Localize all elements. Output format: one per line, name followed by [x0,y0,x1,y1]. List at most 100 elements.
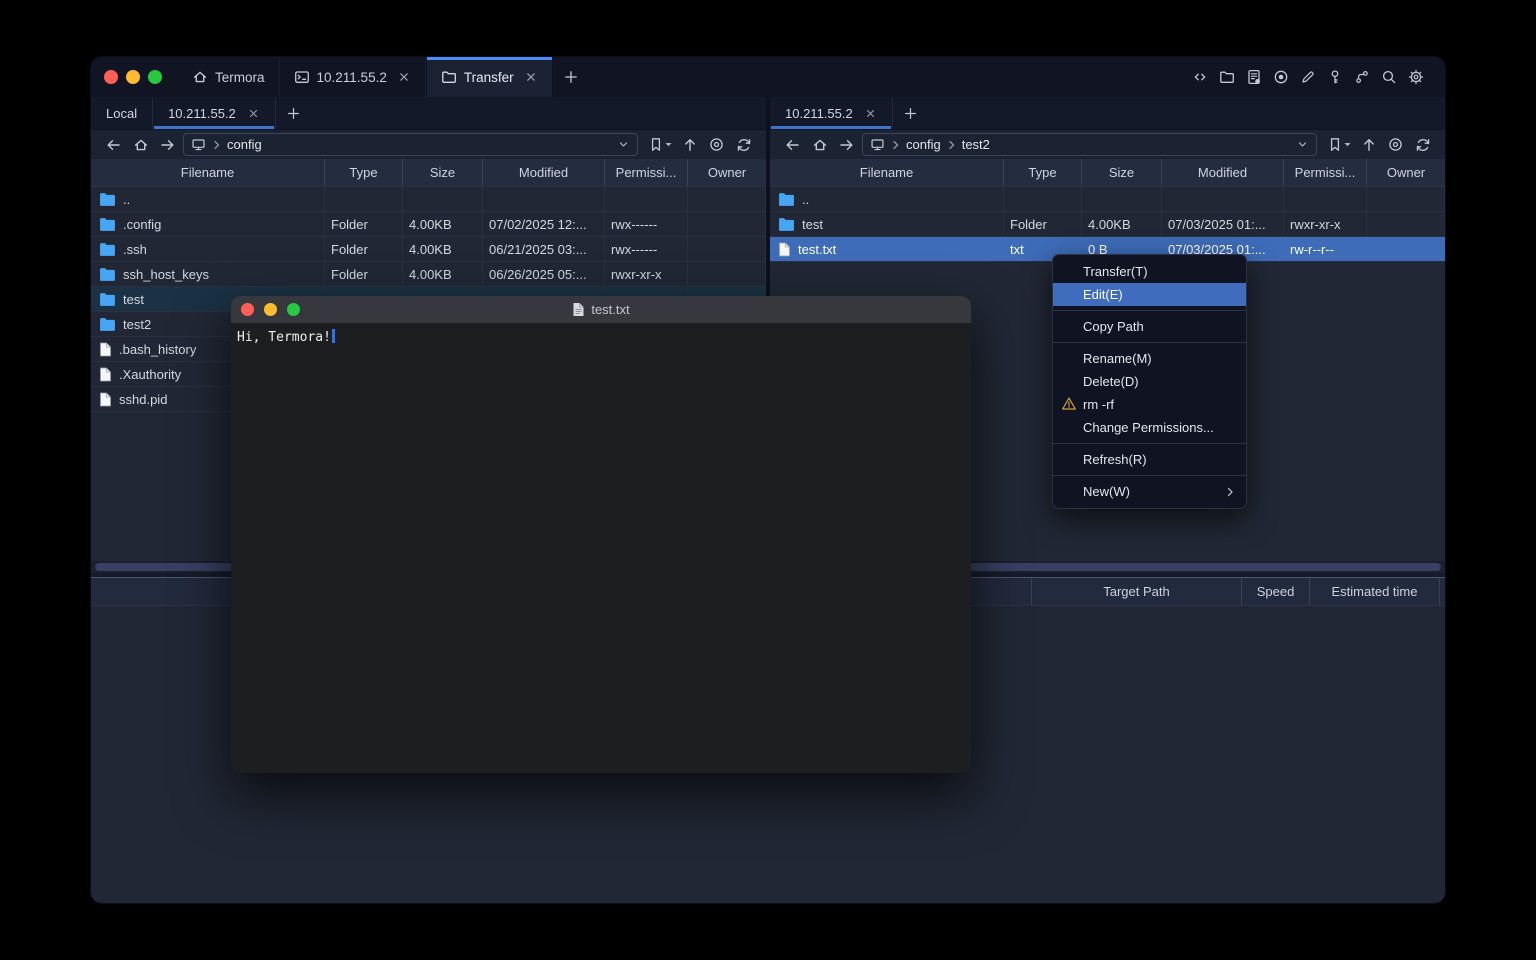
column-header-permissions[interactable]: Permissi... [605,159,688,186]
file-type: Folder [331,242,368,257]
editor-traffic-lights [241,303,300,316]
table-row[interactable]: test Folder 4.00KB 07/03/2025 01:... rwx… [770,212,1445,237]
tab-transfer[interactable]: Transfer [426,57,553,97]
breadcrumb-segment[interactable]: config [227,137,262,152]
path-bar[interactable]: config test2 [862,133,1317,156]
file-icon [99,392,112,407]
home-button[interactable] [127,133,154,157]
tab-ssh-host[interactable]: 10.211.55.2 [280,57,426,97]
menu-item-delete[interactable]: Delete(D) [1053,370,1246,393]
computer-icon [870,137,885,152]
menu-item-edit[interactable]: Edit(E) [1053,283,1246,306]
column-header-speed[interactable]: Speed [1242,578,1310,605]
settings-gear-icon[interactable] [1408,69,1424,85]
column-header-estimated-time[interactable]: Estimated time [1310,578,1440,605]
bookmark-button[interactable] [644,137,676,152]
menu-item-transfer[interactable]: Transfer(T) [1053,260,1246,283]
table-row[interactable]: .. [770,187,1445,212]
column-header-owner[interactable]: Owner [1367,159,1445,186]
breadcrumb-segment[interactable]: test2 [962,137,990,152]
column-header-filename[interactable]: Filename [770,159,1004,186]
refresh-button[interactable] [730,133,757,157]
menu-item-refresh[interactable]: Refresh(R) [1053,448,1246,471]
tab-label: Transfer [464,70,514,85]
edit-icon[interactable] [1300,69,1316,85]
tab-remote-host[interactable]: 10.211.55.2 [153,97,276,129]
column-header-target-path[interactable]: Target Path [1032,578,1242,605]
key-icon[interactable] [1327,69,1343,85]
new-tab-button[interactable] [553,57,589,97]
zoom-window-button[interactable] [287,303,300,316]
file-icon [99,367,112,382]
new-panel-tab-button[interactable] [276,97,312,129]
zoom-window-button[interactable] [148,70,162,84]
forward-button[interactable] [833,133,860,157]
table-row[interactable]: .. [91,187,766,212]
column-header-modified[interactable]: Modified [483,159,605,186]
editor-content[interactable]: Hi, Termora! [231,323,971,773]
menu-item-new[interactable]: New(W) [1053,480,1246,503]
editor-title: test.txt [572,302,629,317]
breadcrumb-separator [212,140,221,150]
record-icon[interactable] [1273,69,1289,85]
forward-button[interactable] [154,133,181,157]
new-panel-tab-button[interactable] [893,97,929,129]
close-tab-icon[interactable] [524,70,538,84]
chevron-down-icon[interactable] [1296,138,1309,151]
column-header-permissions[interactable]: Permissi... [1284,159,1367,186]
column-header-filename[interactable]: Filename [91,159,325,186]
breadcrumb-segment[interactable]: config [906,137,941,152]
tab-label: 10.211.55.2 [785,106,853,121]
tab-termora[interactable]: Termora [178,57,280,97]
tab-label: Local [106,106,137,121]
column-header-size[interactable]: Size [403,159,483,186]
home-button[interactable] [806,133,833,157]
chevron-down-icon[interactable] [617,138,630,151]
tab-local[interactable]: Local [91,97,153,129]
column-header-type[interactable]: Type [1004,159,1082,186]
filename: .. [802,192,809,207]
show-hidden-files-button[interactable] [703,133,730,157]
close-tab-icon[interactable] [864,107,877,120]
close-window-button[interactable] [104,70,118,84]
file-permissions: rwx------ [611,217,657,232]
plus-icon [286,106,301,121]
show-hidden-files-button[interactable] [1382,133,1409,157]
tab-label: Termora [215,70,265,85]
log-file-icon[interactable] [1246,69,1262,85]
minimize-window-button[interactable] [126,70,140,84]
close-tab-icon[interactable] [247,107,260,120]
column-header-modified[interactable]: Modified [1162,159,1284,186]
table-row[interactable]: .config Folder 4.00KB 07/02/2025 12:... … [91,212,766,237]
menu-item-copy-path[interactable]: Copy Path [1053,315,1246,338]
table-row[interactable]: .ssh Folder 4.00KB 06/21/2025 03:... rwx… [91,237,766,262]
bookmark-button[interactable] [1323,137,1355,152]
keychain-icon[interactable] [1354,69,1370,85]
path-bar[interactable]: config [183,133,638,156]
menu-item-rm-rf[interactable]: rm -rf [1053,393,1246,416]
folder-icon[interactable] [1219,69,1235,85]
close-window-button[interactable] [241,303,254,316]
menu-item-rename[interactable]: Rename(M) [1053,347,1246,370]
refresh-button[interactable] [1409,133,1436,157]
column-header-type[interactable]: Type [325,159,403,186]
code-icon[interactable] [1192,69,1208,85]
menu-item-change-permissions[interactable]: Change Permissions... [1053,416,1246,439]
parent-directory-button[interactable] [1355,133,1382,157]
file-icon [778,242,791,257]
column-header-owner[interactable]: Owner [688,159,766,186]
file-size: 4.00KB [409,267,452,282]
tab-remote-host[interactable]: 10.211.55.2 [770,97,893,129]
parent-directory-button[interactable] [676,133,703,157]
editor-title-text: test.txt [591,302,629,317]
back-button[interactable] [779,133,806,157]
breadcrumb-separator [947,140,956,150]
column-header-size[interactable]: Size [1082,159,1162,186]
editor-titlebar[interactable]: test.txt [231,296,971,323]
search-icon[interactable] [1381,69,1397,85]
back-button[interactable] [100,133,127,157]
close-tab-icon[interactable] [397,70,411,84]
minimize-window-button[interactable] [264,303,277,316]
table-row[interactable]: ssh_host_keys Folder 4.00KB 06/26/2025 0… [91,262,766,287]
filename: .ssh [123,242,147,257]
